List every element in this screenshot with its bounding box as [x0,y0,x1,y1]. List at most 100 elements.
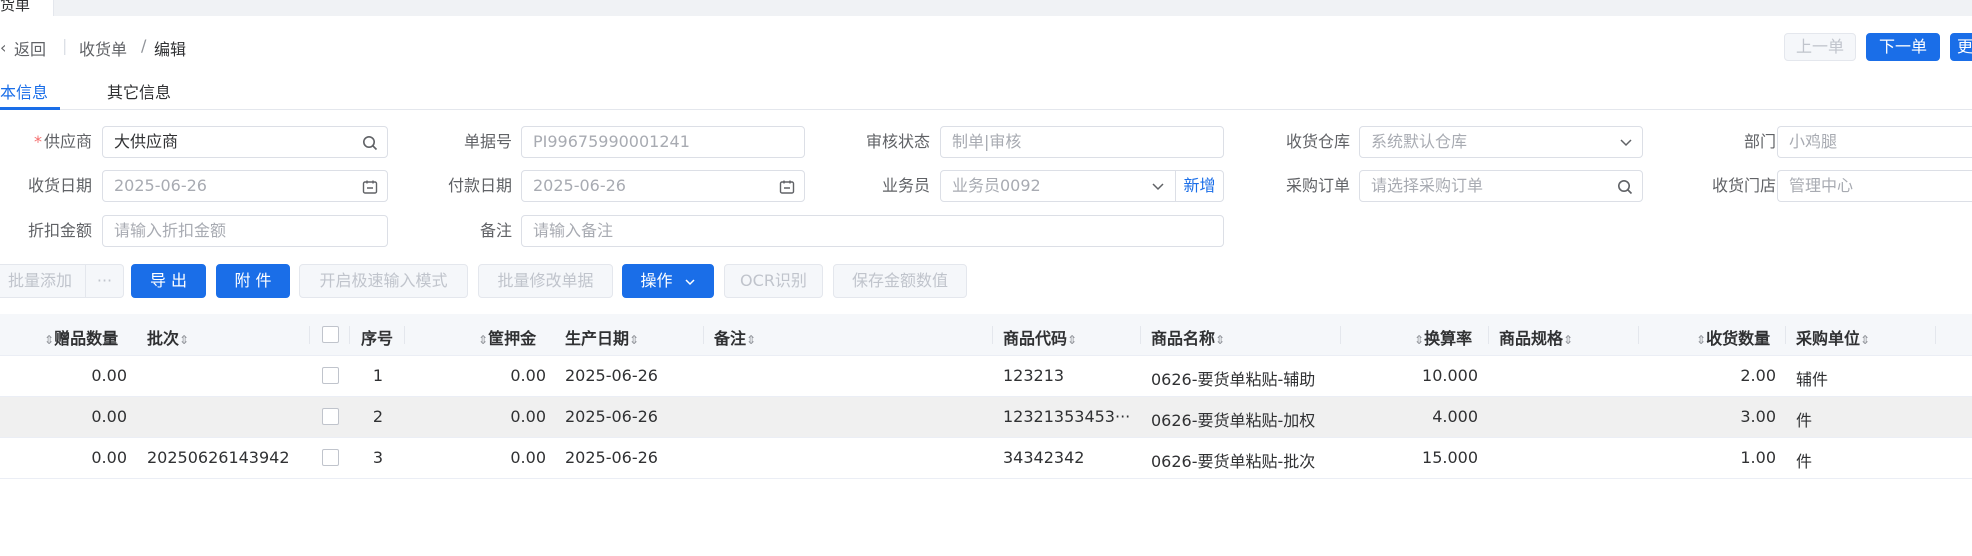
cell-gift-qty: 0.00 [91,448,127,467]
col-prod-date[interactable]: 生产日期⇕ [565,325,639,349]
col-name[interactable]: 商品名称⇕ [1151,325,1225,349]
receive-date-input[interactable]: 2025-06-26 [102,170,388,202]
discount-input[interactable]: 请输入折扣金额 [102,215,388,247]
col-batch[interactable]: 批次⇕ [147,325,189,349]
cell-code: 34342342 [1003,448,1085,467]
operate-dropdown-button[interactable]: 操作 [622,264,714,298]
add-salesman-button[interactable]: 新增 [1175,171,1223,201]
cell-prod-date: 2025-06-26 [565,407,658,426]
back-link[interactable]: 返回 [14,36,46,60]
remark-input[interactable]: 请输入备注 [521,215,1224,247]
cell-seq: 1 [372,366,383,385]
search-icon[interactable] [1617,171,1633,195]
doc-no-input[interactable]: PI99675990001241 [521,126,805,158]
store-input[interactable]: 管理中心 [1777,170,1972,202]
tab-basic-info[interactable]: 本信息 [0,79,48,103]
cell-unit: 件 [1796,411,1813,430]
batch-edit-button[interactable]: 批量修改单据 [478,264,613,298]
col-spec[interactable]: 商品规格⇕ [1499,325,1573,349]
row-checkbox[interactable] [322,408,339,425]
sort-icon: ⇕ [1696,333,1707,347]
col-deposit[interactable]: ⇕筐押金 [478,325,536,349]
cell-name: 0626-要货单粘贴-辅助 [1151,370,1316,389]
window-tab[interactable]: 货单 [0,0,54,16]
chevron-down-icon[interactable] [1619,127,1633,149]
col-gift-qty[interactable]: ⇕赠品数量 [44,325,118,349]
cell-batch: 20250626143942 [147,448,290,467]
cell-qty: 2.00 [1740,366,1776,385]
cell-prod-date: 2025-06-26 [565,366,658,385]
sort-icon: ⇕ [1414,333,1425,347]
breadcrumb-current: 编辑 [154,40,187,59]
supplier-input[interactable]: 大供应商 [102,126,388,158]
warehouse-label: 收货仓库 [1285,132,1350,151]
save-amount-button[interactable]: 保存金额数值 [833,264,967,298]
ocr-button[interactable]: OCR识别 [724,264,823,298]
purchase-order-input[interactable]: 请选择采购订单 [1359,170,1643,202]
export-button[interactable]: 导 出 [131,264,206,298]
cell-unit: 辅件 [1796,370,1829,389]
audit-status-label: 审核状态 [865,132,930,151]
cell-qty: 1.00 [1740,448,1776,467]
col-unit[interactable]: 采购单位⇕ [1796,325,1870,349]
col-code[interactable]: 商品代码⇕ [1003,325,1077,349]
attach-button[interactable]: 附 件 [216,264,290,298]
batch-add-button[interactable]: 批量添加 [0,264,86,298]
col-seq: 序号 [361,329,394,348]
batch-add-more-button[interactable]: ··· [86,264,124,298]
cell-seq: 3 [372,448,383,467]
breadcrumb-parent[interactable]: 收货单 [79,36,127,60]
store-label: 收货门店 [1711,176,1776,195]
cell-ratio: 15.000 [1422,448,1478,467]
select-all-checkbox[interactable] [322,326,339,343]
cell-gift-qty: 0.00 [91,407,127,426]
back-chevron-icon[interactable]: ‹ [0,38,6,57]
doc-no-label: 单据号 [463,132,512,151]
cell-name: 0626-要货单粘贴-批次 [1151,452,1316,471]
sort-icon: ⇕ [746,333,757,347]
cell-name: 0626-要货单粘贴-加权 [1151,411,1316,430]
cell-ratio: 4.000 [1432,407,1478,426]
audit-status-input[interactable]: 制单|审核 [940,126,1224,158]
cell-code: 12321353453··· [1003,407,1131,426]
row-checkbox[interactable] [322,449,339,466]
department-label: 部门 [1743,132,1776,151]
breadcrumb-divider: | [62,36,68,55]
table-row[interactable]: 0.00 1 0.00 2025-06-26 123213 0626-要货单粘贴… [0,356,1972,397]
pay-date-input[interactable]: 2025-06-26 [521,170,805,202]
sort-icon: ⇕ [478,333,489,347]
cell-unit: 件 [1796,452,1813,471]
chevron-down-icon [684,276,696,288]
sort-icon: ⇕ [1067,333,1078,347]
cell-deposit: 0.00 [510,366,546,385]
col-remark[interactable]: 备注⇕ [714,325,756,349]
table-row[interactable]: 0.00 20250626143942 3 0.00 2025-06-26 34… [0,438,1972,479]
sort-icon: ⇕ [179,333,190,347]
next-record-button[interactable]: 下一单 [1866,33,1940,61]
remark-label: 备注 [479,221,512,240]
search-icon[interactable] [362,127,378,151]
salesman-label: 业务员 [881,176,930,195]
cell-qty: 3.00 [1740,407,1776,426]
warehouse-select[interactable]: 系统默认仓库 [1359,126,1643,158]
breadcrumb: ‹ 返回 | 收货单 / 编辑 [0,30,1972,64]
cell-deposit: 0.00 [510,407,546,426]
salesman-select[interactable]: 业务员0092 新增 [940,170,1224,202]
row-checkbox[interactable] [322,367,339,384]
sort-icon: ⇕ [44,333,55,347]
table-row[interactable]: 0.00 2 0.00 2025-06-26 12321353453··· 06… [0,397,1972,438]
col-ratio[interactable]: ⇕换算率 [1414,325,1472,349]
prev-record-button[interactable]: 上一单 [1784,33,1856,61]
department-input[interactable]: 小鸡腿 [1777,126,1972,158]
grid-header: ⇕赠品数量 批次⇕ 序号 ⇕筐押金 生产日期⇕ 备注⇕ 商品代码⇕ 商品名称⇕ … [0,314,1972,356]
tab-active-indicator [0,107,60,110]
calendar-icon [779,171,795,195]
chevron-down-icon[interactable] [1151,171,1165,193]
more-nav-button[interactable]: 更 [1950,33,1972,61]
sort-icon: ⇕ [629,333,640,347]
fast-input-mode-button[interactable]: 开启极速输入模式 [299,264,468,298]
supplier-label: * 供应商 [33,132,92,151]
col-qty[interactable]: ⇕收货数量 [1696,325,1770,349]
cell-gift-qty: 0.00 [91,366,127,385]
tab-other-info[interactable]: 其它信息 [107,79,171,103]
